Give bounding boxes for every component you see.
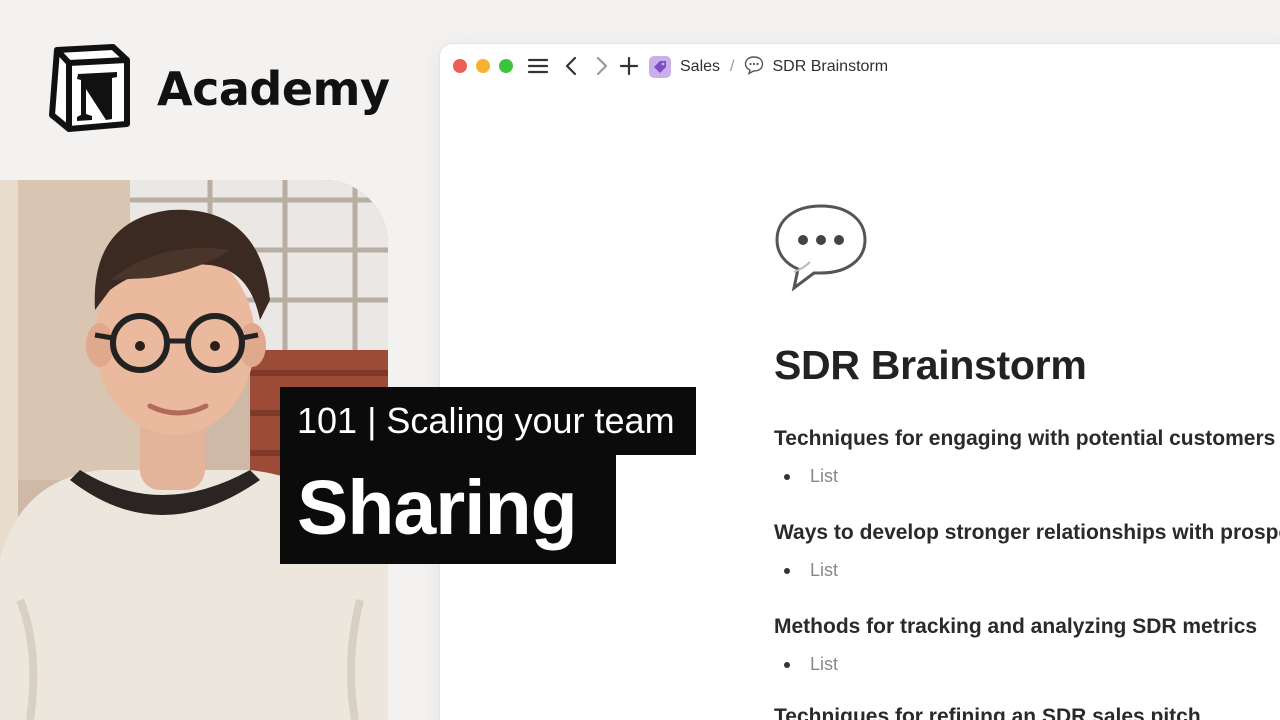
speech-bubble-icon bbox=[744, 55, 764, 80]
back-chevron-icon[interactable] bbox=[561, 55, 583, 77]
speech-bubble-icon bbox=[775, 204, 867, 292]
new-page-plus-icon[interactable] bbox=[618, 55, 640, 77]
maximize-window-button[interactable] bbox=[499, 59, 513, 73]
bullet-icon bbox=[784, 567, 790, 574]
course-label: 101 | Scaling your team bbox=[280, 387, 696, 455]
breadcrumb-sales[interactable]: Sales bbox=[680, 58, 720, 76]
list-item-text: List bbox=[810, 560, 839, 580]
breadcrumb: Sales / SDR Brainstorm bbox=[649, 55, 888, 80]
list-item-text: List bbox=[810, 654, 839, 674]
breadcrumb-separator: / bbox=[730, 58, 735, 75]
close-window-button[interactable] bbox=[453, 59, 467, 73]
minimize-window-button[interactable] bbox=[476, 59, 490, 73]
list-item[interactable]: List bbox=[784, 560, 838, 581]
lesson-title: Sharing bbox=[280, 455, 616, 564]
notion-app-window: Sales / SDR Brainstorm SDR Brainstorm Te… bbox=[440, 44, 1280, 720]
section-heading[interactable]: Ways to develop stronger relationships w… bbox=[774, 521, 1280, 545]
list-item-text: List bbox=[810, 466, 839, 486]
notion-logo-icon bbox=[49, 44, 130, 132]
list-item[interactable]: List bbox=[784, 466, 838, 487]
bullet-icon bbox=[784, 473, 790, 480]
price-tag-icon bbox=[649, 56, 671, 78]
section-heading[interactable]: Methods for tracking and analyzing SDR m… bbox=[774, 615, 1257, 639]
academy-brand: Academy bbox=[47, 44, 390, 132]
list-item[interactable]: List bbox=[784, 654, 838, 675]
page-title[interactable]: SDR Brainstorm bbox=[774, 342, 1087, 389]
breadcrumb-current[interactable]: SDR Brainstorm bbox=[772, 58, 888, 76]
sidebar-menu-icon[interactable] bbox=[527, 55, 549, 77]
window-titlebar: Sales / SDR Brainstorm bbox=[440, 44, 1280, 90]
section-heading[interactable]: Techniques for engaging with potential c… bbox=[774, 427, 1275, 451]
bullet-icon bbox=[784, 661, 790, 668]
forward-chevron-icon[interactable] bbox=[590, 55, 612, 77]
academy-title: Academy bbox=[157, 62, 390, 116]
section-heading[interactable]: Techniques for refining an SDR sales pit… bbox=[774, 705, 1201, 720]
